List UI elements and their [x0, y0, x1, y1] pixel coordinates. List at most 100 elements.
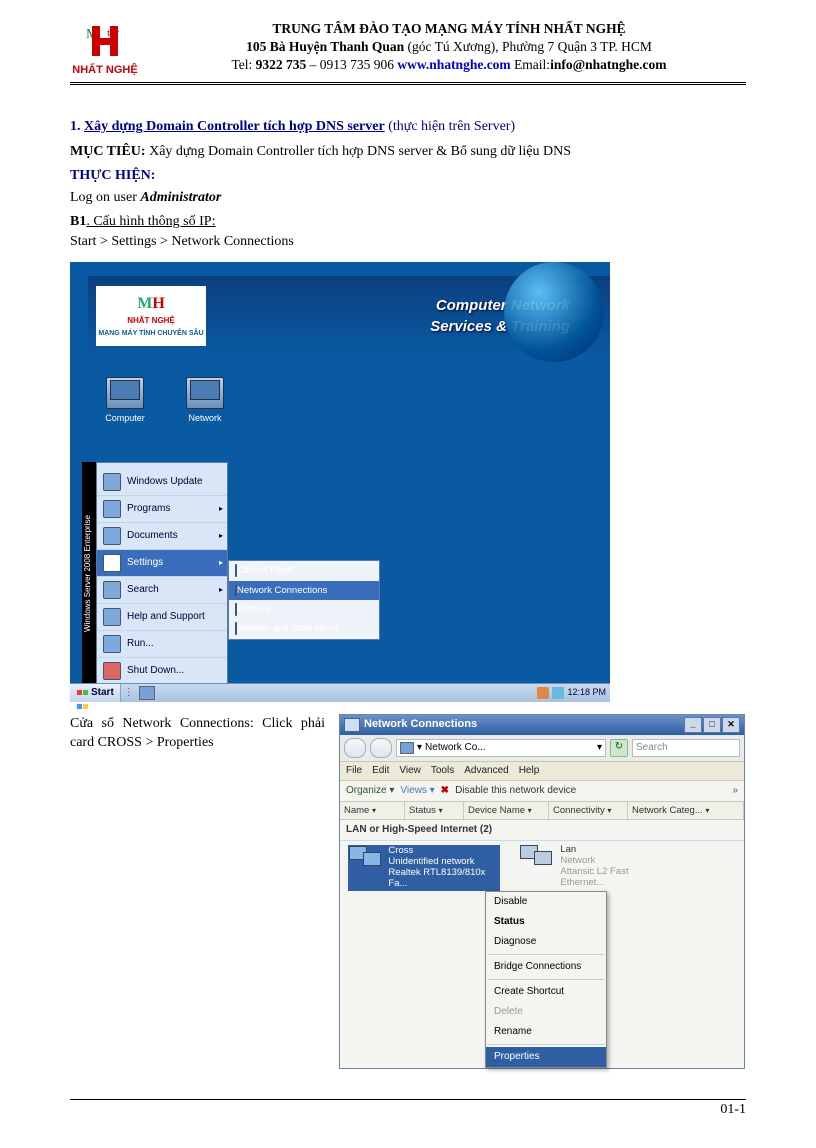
ctx-properties[interactable]: Properties — [486, 1047, 606, 1067]
nc-column-headers: Name ▾ Status ▾ Device Name ▾ Connectivi… — [340, 802, 744, 820]
menu-run[interactable]: Run... — [97, 630, 227, 657]
desktop-icon-computer[interactable]: Computer — [100, 377, 150, 425]
website-link[interactable]: www.nhatnghe.com — [397, 57, 510, 72]
disable-x-icon: ✖ — [441, 784, 449, 798]
tb-disable[interactable]: Disable this network device — [455, 784, 576, 798]
nav-back-button[interactable] — [344, 738, 366, 758]
content: 1. Xây dựng Domain Controller tích hợp D… — [70, 117, 746, 1069]
refresh-button[interactable]: ↻ — [610, 739, 628, 757]
submenu-network-connections[interactable]: Network Connections — [229, 581, 379, 600]
tel-prefix: Tel: — [231, 57, 255, 72]
menu-settings[interactable]: Settings▸ — [97, 549, 227, 576]
maximize-button[interactable]: □ — [703, 717, 721, 733]
tray-shield-icon[interactable] — [537, 687, 549, 699]
context-menu: Disable Status Diagnose Bridge Connectio… — [485, 891, 607, 1068]
col-conn[interactable]: Connectivity ▾ — [549, 802, 628, 819]
desktop-icon-network-label: Network — [180, 412, 230, 425]
lan-dev: Attansic L2 Fast Ethernet... — [560, 867, 670, 889]
nav-forward-button[interactable] — [370, 738, 392, 758]
desktop-icon-computer-label: Computer — [100, 412, 150, 425]
page-number: 01-1 — [720, 1102, 746, 1117]
tray-clock: 12:18 PM — [567, 686, 606, 699]
col-device[interactable]: Device Name ▾ — [464, 802, 549, 819]
ctx-status[interactable]: Status — [486, 912, 606, 932]
system-tray: 12:18 PM — [533, 686, 610, 699]
ctx-shortcut[interactable]: Create Shortcut — [486, 982, 606, 1002]
nc-group: LAN or High-Speed Internet (2) — [340, 820, 744, 841]
start-menu: Windows Server 2008 Enterprise Windows U… — [82, 462, 380, 685]
start-button[interactable]: Start — [70, 684, 121, 702]
menu-advanced[interactable]: Advanced — [464, 764, 508, 778]
logo-label: NHẤT NGHỆ — [70, 64, 140, 76]
b1-path: Start > Settings > Network Connections — [70, 234, 294, 249]
start-label: Start — [91, 686, 114, 700]
banner-right: Computer Network Services & Training — [206, 295, 610, 337]
menu-edit[interactable]: Edit — [372, 764, 389, 778]
settings-submenu: Control Panel Network Connections Printe… — [228, 560, 380, 639]
header-logo: M ter NHẤT NGHỆ — [70, 20, 140, 76]
address-field[interactable]: ▾Network Co...▾ — [396, 739, 606, 757]
screenshot-desktop: MH NHẤT NGHỆ MẠNG MÁY TÍNH CHUYÊN SÂU Co… — [70, 262, 610, 702]
tb-more[interactable]: » — [732, 784, 738, 798]
menu-view[interactable]: View — [399, 764, 421, 778]
tray-network-icon[interactable] — [552, 687, 564, 699]
banner-sub: MẠNG MÁY TÍNH CHUYÊN SÂU — [96, 329, 206, 339]
goal-text: Xây dựng Domain Controller tích hợp DNS … — [146, 144, 571, 159]
netcard-cross[interactable]: Cross Unidentified network Realtek RTL81… — [348, 845, 500, 891]
menu-help[interactable]: Help and Support — [97, 603, 227, 630]
do-label: THỰC HIỆN: — [70, 166, 746, 186]
menu-tools[interactable]: Tools — [431, 764, 454, 778]
page-footer: 01-1 — [70, 1099, 746, 1118]
menu-documents[interactable]: Documents▸ — [97, 522, 227, 549]
search-box[interactable]: Search — [632, 739, 740, 757]
submenu-control-panel[interactable]: Control Panel — [229, 561, 379, 580]
goal-label: MỤC TIÊU: — [70, 144, 146, 159]
col-name[interactable]: Name ▾ — [340, 802, 405, 819]
desktop-icon-network[interactable]: Network — [180, 377, 230, 425]
header-addr-tail: (góc Tú Xương), Phường 7 Quận 3 TP. HCM — [404, 39, 652, 54]
menu-help[interactable]: Help — [519, 764, 540, 778]
taskbar: Start ⋮ 12:18 PM — [70, 683, 610, 702]
ctx-diagnose[interactable]: Diagnose — [486, 932, 606, 952]
submenu-taskbar[interactable]: Taskbar and Start Menu — [229, 619, 379, 638]
col-status[interactable]: Status ▾ — [405, 802, 464, 819]
tel-rest: – 0913 735 906 — [306, 57, 397, 72]
banner-logo-label: NHẤT NGHỆ — [96, 315, 206, 326]
close-button[interactable]: ✕ — [722, 717, 740, 733]
logon-b: Administrator — [140, 190, 221, 205]
logon-a: Log on user — [70, 190, 140, 205]
row2-text: Cửa sổ Network Connections: Click phải c… — [70, 714, 325, 753]
tb-views[interactable]: Views ▾ — [400, 784, 434, 798]
svg-text:ter: ter — [107, 27, 119, 39]
network-connections-window: Network Connections _ □ ✕ ▾Network Co...… — [339, 714, 745, 1069]
taskbar-app-icon[interactable] — [139, 686, 155, 700]
ctx-rename[interactable]: Rename — [486, 1022, 606, 1042]
submenu-printers[interactable]: Printers — [229, 600, 379, 619]
minimize-button[interactable]: _ — [684, 717, 702, 733]
header-text: TRUNG TÂM ĐÀO TẠO MẠNG MÁY TÍNH NHẤT NGH… — [152, 20, 746, 75]
sec1-num: 1. — [70, 119, 84, 134]
ctx-disable[interactable]: Disable — [486, 892, 606, 912]
sec1-title: Xây dựng Domain Controller tích hợp DNS … — [84, 119, 385, 134]
windows-flag-icon — [76, 687, 88, 699]
menu-shutdown[interactable]: Shut Down... — [97, 657, 227, 684]
menu-file[interactable]: File — [346, 764, 362, 778]
page-header: M ter NHẤT NGHỆ TRUNG TÂM ĐÀO TẠO MẠNG M… — [70, 20, 746, 85]
nc-title-icon — [344, 718, 360, 732]
tb-organize[interactable]: Organize ▾ — [346, 784, 394, 798]
nc-title: Network Connections — [364, 717, 477, 732]
menu-search[interactable]: Search▸ — [97, 576, 227, 603]
desktop-icons: Computer Network — [100, 377, 230, 425]
network-card-icon — [349, 846, 384, 876]
menu-windows-update[interactable]: Windows Update — [97, 463, 227, 495]
ctx-bridge[interactable]: Bridge Connections — [486, 957, 606, 977]
nc-body: LAN or High-Speed Internet (2) Cross Uni… — [340, 820, 744, 1068]
col-category[interactable]: Network Categ... ▾ — [628, 802, 744, 819]
desktop-banner: MH NHẤT NGHỆ MẠNG MÁY TÍNH CHUYÊN SÂU Co… — [88, 276, 610, 356]
menu-programs[interactable]: Programs▸ — [97, 495, 227, 522]
email-link: info@nhatnghe.com — [550, 57, 666, 72]
b1-label: B1 — [70, 214, 86, 229]
netcard-lan[interactable]: Lan Network Attansic L2 Fast Ethernet... — [520, 845, 670, 891]
nc-menubar: File Edit View Tools Advanced Help — [340, 762, 744, 781]
nc-titlebar: Network Connections _ □ ✕ — [340, 715, 744, 735]
